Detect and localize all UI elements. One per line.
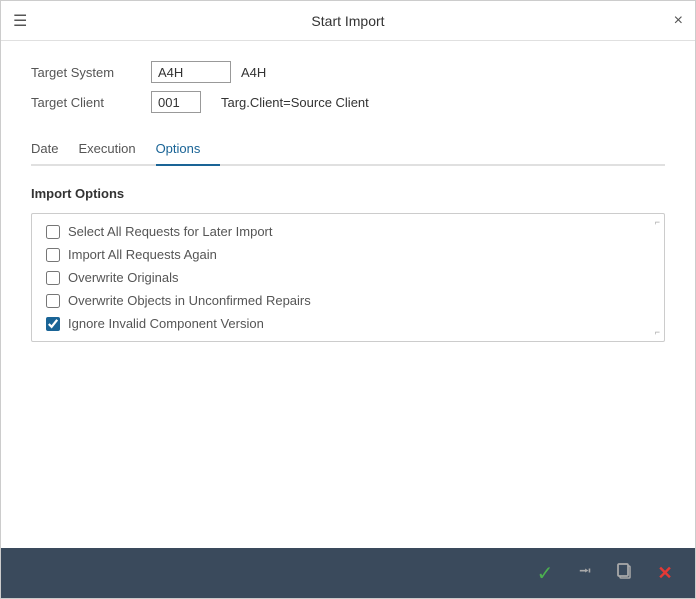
target-client-display: Targ.Client=Source Client [221, 95, 369, 110]
target-system-display: A4H [241, 65, 266, 80]
checkbox-overwrite-objects[interactable] [46, 294, 60, 308]
dialog-window: ☰ Start Import × Target System A4H Targe… [0, 0, 696, 599]
close-footer-button[interactable]: ✕ [651, 559, 679, 587]
checkbox-row-2: Import All Requests Again [46, 247, 650, 262]
arrow-button[interactable]: ⭲ [571, 559, 599, 587]
resize-corner-bottom: ⌐ [655, 328, 660, 337]
tab-options[interactable]: Options [156, 133, 221, 164]
copy-icon [616, 562, 634, 585]
confirm-button[interactable]: ✓ [531, 559, 559, 587]
close-button[interactable]: × [674, 13, 683, 29]
x-icon: ✕ [657, 563, 672, 584]
checkbox-ignore-invalid[interactable] [46, 317, 60, 331]
checkbox-label-3: Overwrite Originals [68, 270, 179, 285]
copy-button[interactable] [611, 559, 639, 587]
dialog-content: Target System A4H Target Client Targ.Cli… [1, 41, 695, 548]
arrow-icon: ⭲ [579, 560, 591, 587]
checkbox-label-5: Ignore Invalid Component Version [68, 316, 264, 331]
checkbox-import-all[interactable] [46, 248, 60, 262]
target-client-input[interactable] [151, 91, 201, 113]
checkbox-label-4: Overwrite Objects in Unconfirmed Repairs [68, 293, 311, 308]
target-system-row: Target System A4H [31, 61, 665, 83]
title-bar-left: ☰ [13, 11, 35, 31]
resize-corner-top: ⌐ [655, 218, 660, 227]
target-system-label: Target System [31, 65, 151, 80]
tab-date[interactable]: Date [31, 133, 78, 164]
hamburger-icon[interactable]: ☰ [13, 11, 27, 31]
target-client-label: Target Client [31, 95, 151, 110]
checkbox-row-3: Overwrite Originals [46, 270, 650, 285]
footer-bar: ✓ ⭲ ✕ [1, 548, 695, 598]
dialog-title: Start Import [311, 13, 384, 29]
checkbox-row-1: Select All Requests for Later Import [46, 224, 650, 239]
title-bar: ☰ Start Import × [1, 1, 695, 41]
checkbox-select-all[interactable] [46, 225, 60, 239]
checkbox-overwrite-originals[interactable] [46, 271, 60, 285]
checkbox-label-1: Select All Requests for Later Import [68, 224, 272, 239]
checkbox-row-4: Overwrite Objects in Unconfirmed Repairs [46, 293, 650, 308]
target-system-input[interactable] [151, 61, 231, 83]
tab-execution[interactable]: Execution [78, 133, 155, 164]
checkbox-label-2: Import All Requests Again [68, 247, 217, 262]
import-options-box: Select All Requests for Later Import Imp… [31, 213, 665, 342]
import-options-title: Import Options [31, 186, 665, 201]
target-client-row: Target Client Targ.Client=Source Client [31, 91, 665, 113]
check-icon: ✓ [537, 561, 554, 586]
checkbox-row-5: Ignore Invalid Component Version ⌐ ⌐ [46, 316, 650, 331]
tabs-container: Date Execution Options [31, 133, 665, 166]
